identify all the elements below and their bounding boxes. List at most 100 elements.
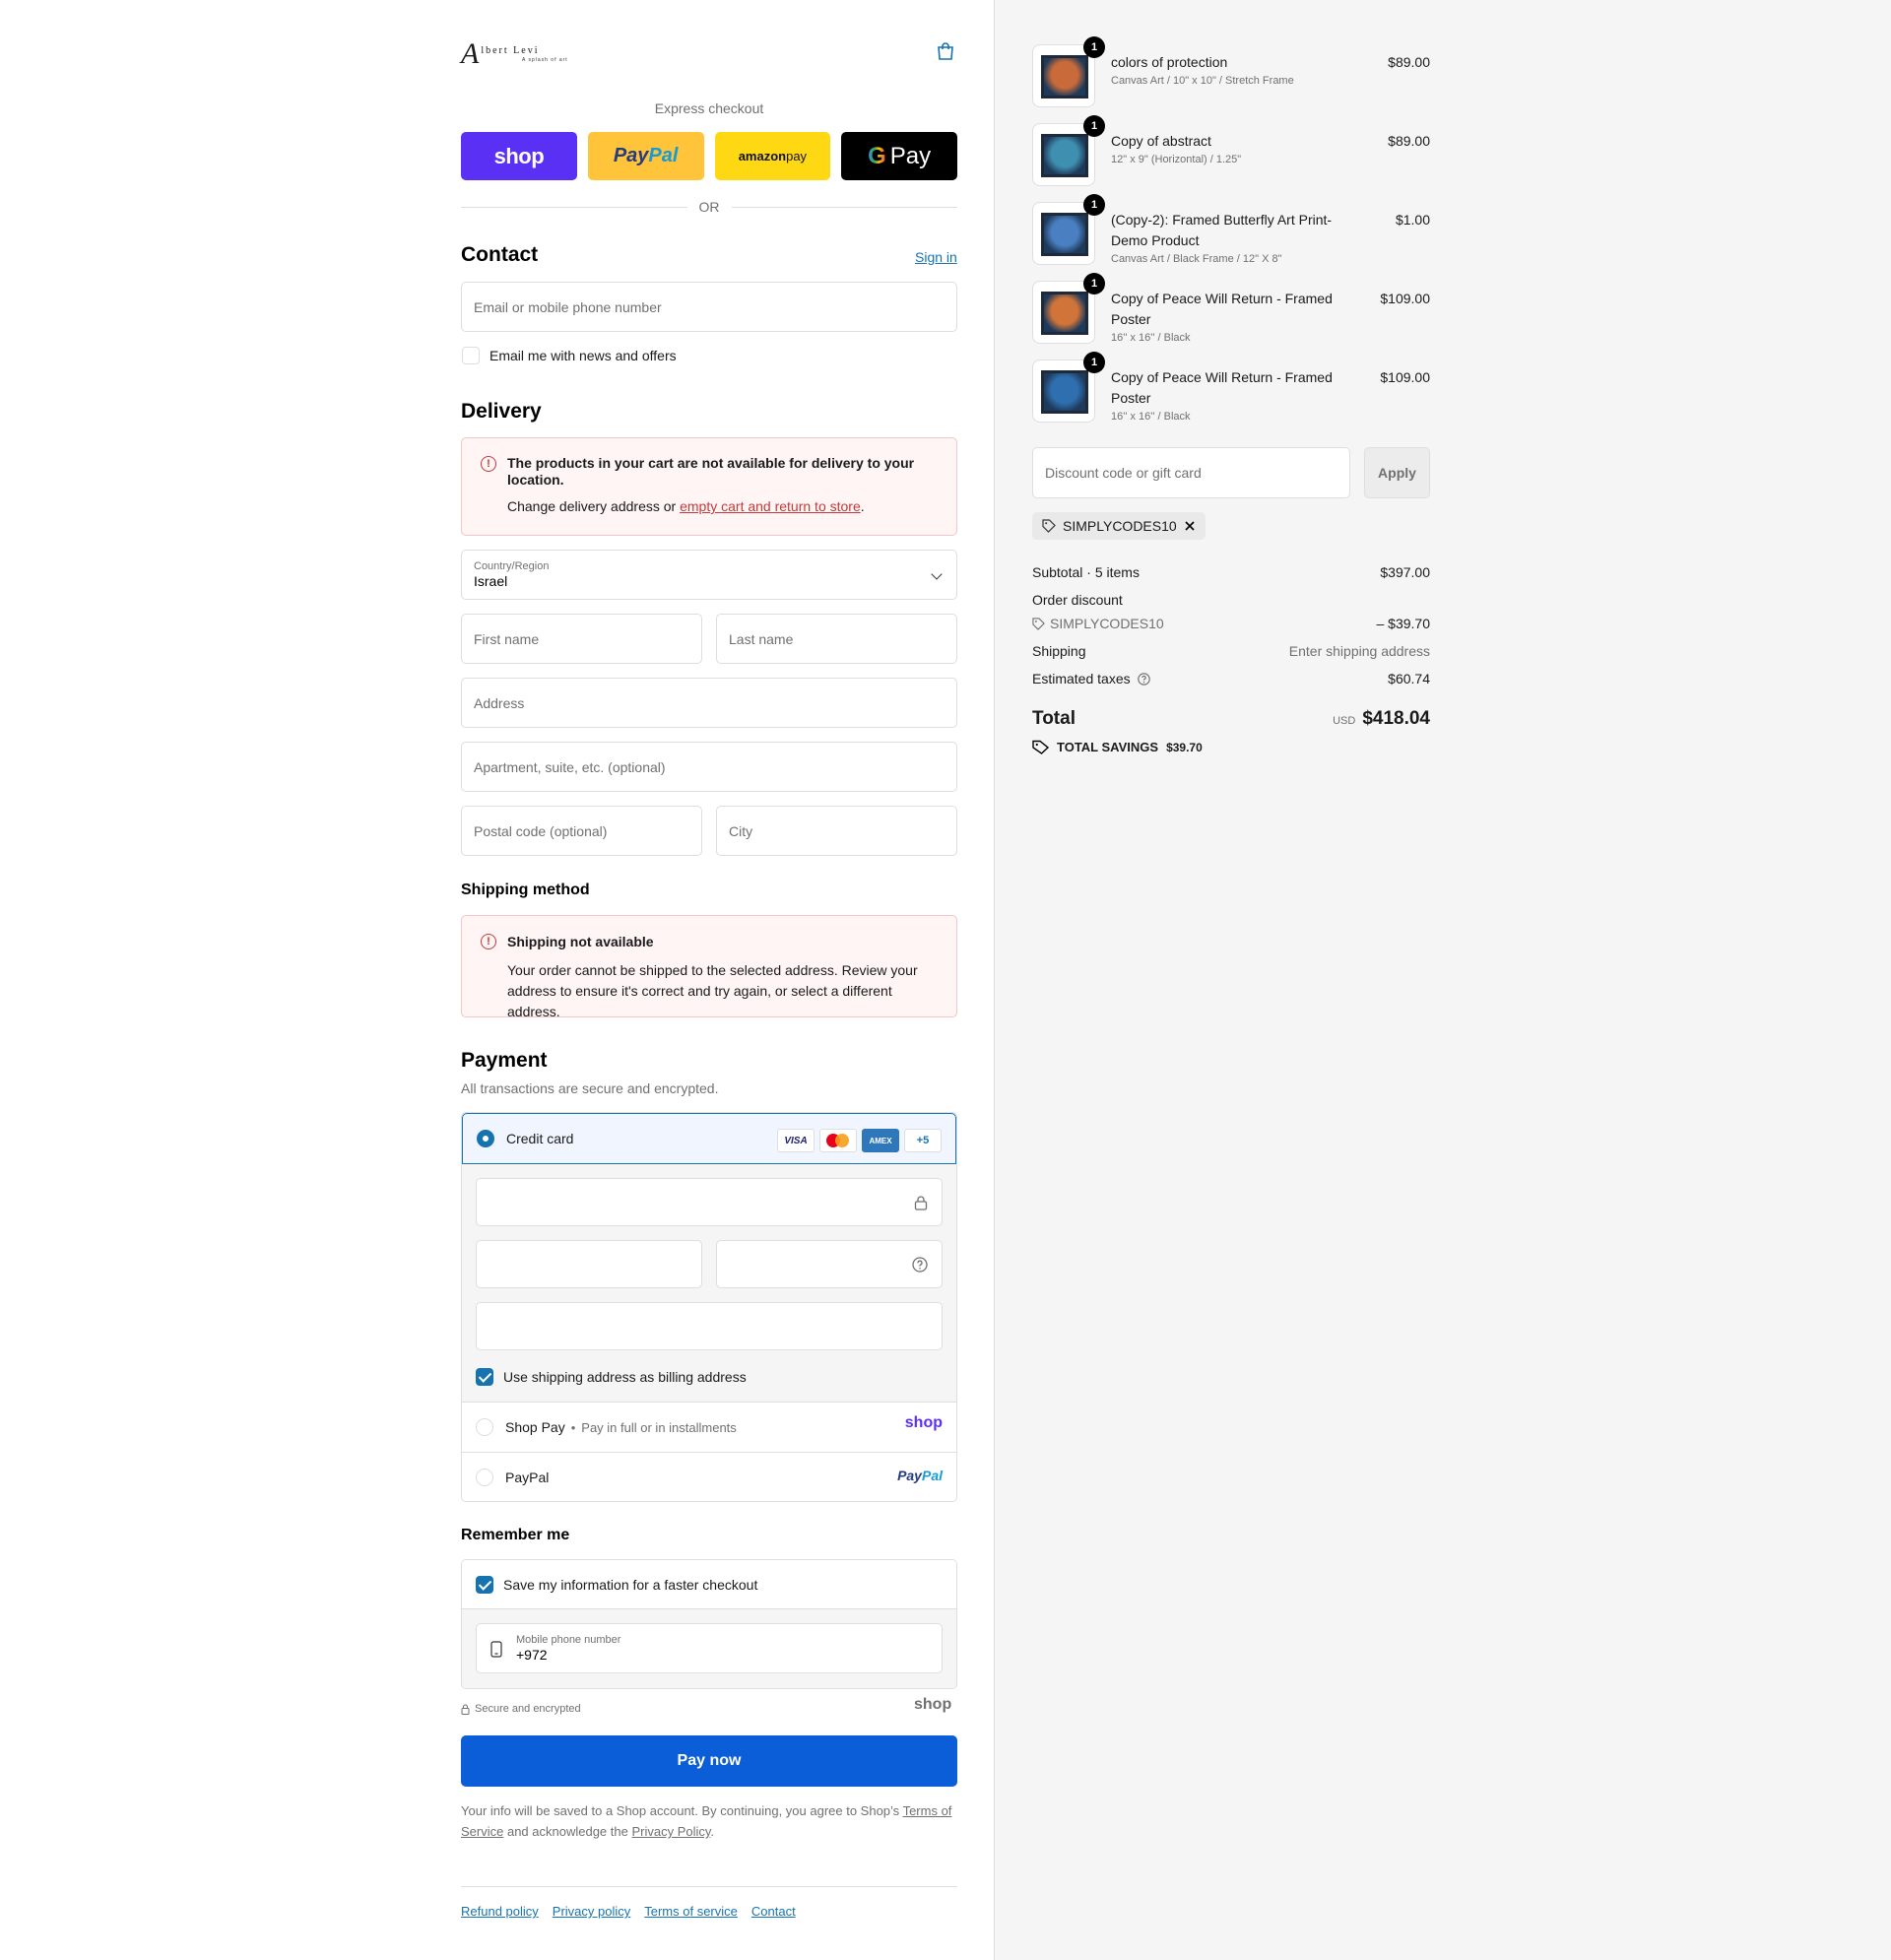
- amazon-pay-express-button[interactable]: amazon pay: [714, 132, 831, 180]
- city-field[interactable]: City: [716, 806, 957, 856]
- paypal-express-button[interactable]: Pay Pal: [587, 132, 704, 180]
- save-info-row[interactable]: Save my information for a faster checkou…: [462, 1560, 956, 1609]
- expiration-date-field[interactable]: [476, 1240, 702, 1288]
- terms-of-service-link[interactable]: Terms of service: [644, 1904, 738, 1919]
- footer-links: Refund policy Privacy policy Terms of se…: [461, 1904, 796, 1919]
- total-row: Total USD $418.04: [1032, 708, 1430, 730]
- product-image: [1041, 55, 1088, 98]
- shop-pay-express-button[interactable]: shop: [461, 132, 577, 180]
- discount-code-field[interactable]: Discount code or gift card: [1032, 447, 1350, 498]
- express-checkout-title: Express checkout: [654, 100, 764, 116]
- newsletter-checkbox[interactable]: [462, 347, 480, 364]
- paypal-option[interactable]: PayPal PayPal: [462, 1452, 956, 1501]
- sign-in-link[interactable]: Sign in: [915, 249, 957, 265]
- payment-heading: Payment: [461, 1049, 548, 1072]
- apartment-field[interactable]: Apartment, suite, etc. (optional): [461, 742, 957, 792]
- postal-code-placeholder: Postal code (optional): [474, 822, 608, 839]
- product-variant: 16'' x 16'' / Black: [1111, 332, 1191, 344]
- save-info-checkbox[interactable]: [476, 1575, 493, 1594]
- address-field[interactable]: Address: [461, 678, 957, 728]
- subtotal-label: Subtotal · 5 items: [1032, 564, 1140, 580]
- product-variant: 12" x 9" (Horizontal) / 1.25": [1111, 154, 1242, 165]
- product-name: Copy of abstract: [1111, 133, 1211, 149]
- help-icon[interactable]: [1137, 672, 1150, 686]
- logo-tagline: A splash of art: [522, 57, 568, 63]
- tag-icon: [1032, 617, 1045, 630]
- first-name-placeholder: First name: [474, 630, 540, 647]
- mobile-phone-icon: [490, 1641, 502, 1658]
- credit-card-option[interactable]: Credit card VISA AMEX +5: [462, 1113, 956, 1164]
- quantity-badge: 1: [1083, 273, 1105, 294]
- paypal-logo-part1: Pay: [613, 145, 649, 166]
- cart-item: 1 Copy of Peace Will Return - Framed Pos…: [1032, 352, 1430, 423]
- shipping-value: Enter shipping address: [1288, 643, 1430, 659]
- privacy-policy-link[interactable]: Privacy policy: [553, 1904, 630, 1919]
- remember-me-box: Save my information for a faster checkou…: [461, 1559, 957, 1689]
- pay-now-button[interactable]: Pay now: [461, 1735, 957, 1787]
- google-g-icon: G: [868, 142, 886, 169]
- card-number-field[interactable]: [476, 1178, 943, 1226]
- credit-card-radio[interactable]: [477, 1130, 494, 1147]
- newsletter-label: Email me with news and offers: [489, 348, 677, 363]
- secure-note: Secure and encrypted: [461, 1703, 581, 1715]
- subtotal-value: $397.00: [1380, 564, 1430, 580]
- shop-pay-radio[interactable]: [476, 1418, 493, 1436]
- total-savings-value: $39.70: [1166, 740, 1203, 754]
- billing-same-row[interactable]: Use shipping address as billing address: [476, 1368, 747, 1386]
- tag-icon: [1042, 519, 1056, 533]
- payment-subtitle: All transactions are secure and encrypte…: [461, 1080, 719, 1096]
- shipping-error-title: Shipping not available: [507, 934, 654, 949]
- product-variant: Canvas Art / Black Frame / 12" X 8": [1111, 253, 1282, 265]
- shipping-error-text: Your order cannot be shipped to the sele…: [507, 962, 918, 1019]
- delivery-error-banner: ! The products in your cart are not avai…: [461, 437, 957, 536]
- google-pay-label: Pay: [889, 142, 932, 169]
- mobile-phone-field[interactable]: Mobile phone number +972: [476, 1623, 943, 1673]
- contact-link[interactable]: Contact: [751, 1904, 796, 1919]
- store-logo[interactable]: A lbert Levi A splash of art: [461, 39, 567, 69]
- email-field[interactable]: Email or mobile phone number: [461, 282, 957, 332]
- amazon-logo: amazon: [738, 149, 787, 163]
- credit-card-label: Credit card: [506, 1131, 574, 1146]
- close-icon[interactable]: [1184, 520, 1196, 532]
- shopping-bag-icon[interactable]: [936, 41, 955, 61]
- empty-cart-link[interactable]: empty cart and return to store: [680, 498, 861, 514]
- order-discount-row: Order discount: [1032, 592, 1430, 608]
- amazon-pay-label: pay: [786, 149, 808, 163]
- newsletter-checkbox-row[interactable]: Email me with news and offers: [462, 347, 677, 364]
- credit-card-form: Use shipping address as billing address: [462, 1164, 956, 1403]
- country-select[interactable]: Country/Region Israel: [461, 550, 957, 600]
- logo-text: lbert Levi: [481, 44, 540, 56]
- first-name-field[interactable]: First name: [461, 614, 702, 664]
- shop-logo: shop: [914, 1696, 952, 1713]
- help-icon[interactable]: [912, 1257, 928, 1273]
- google-pay-express-button[interactable]: G Pay: [841, 132, 957, 180]
- last-name-field[interactable]: Last name: [716, 614, 957, 664]
- express-checkout-buttons: shop Pay Pal amazon pay G Pay: [461, 132, 957, 180]
- discount-tag: SIMPLYCODES10: [1032, 512, 1206, 540]
- apply-discount-button[interactable]: Apply: [1364, 447, 1430, 498]
- postal-code-field[interactable]: Postal code (optional): [461, 806, 702, 856]
- product-name: Copy of Peace Will Return - Framed Poste…: [1111, 369, 1333, 406]
- paypal-logo-part2: Pal: [648, 145, 679, 166]
- card-brands: VISA AMEX +5: [777, 1129, 942, 1152]
- delivery-error-title: The products in your cart are not availa…: [507, 455, 915, 488]
- security-code-field[interactable]: [716, 1240, 943, 1288]
- legal-text: Your info will be saved to a Shop accoun…: [461, 1800, 957, 1842]
- product-image: [1041, 292, 1088, 335]
- shop-privacy-link[interactable]: Privacy Policy: [631, 1824, 710, 1839]
- mobile-phone-label: Mobile phone number: [516, 1634, 621, 1646]
- applied-discount-code: SIMPLYCODES10: [1050, 616, 1164, 631]
- taxes-value: $60.74: [1388, 671, 1430, 686]
- product-name: (Copy-2): Framed Butterfly Art Print- De…: [1111, 212, 1333, 248]
- footer-divider: [461, 1886, 957, 1887]
- billing-same-checkbox[interactable]: [476, 1368, 493, 1386]
- paypal-radio[interactable]: [476, 1468, 493, 1486]
- total-savings: TOTAL SAVINGS $39.70: [1032, 740, 1203, 754]
- contact-heading: Contact: [461, 243, 539, 266]
- refund-policy-link[interactable]: Refund policy: [461, 1904, 539, 1919]
- name-on-card-field[interactable]: [476, 1302, 943, 1350]
- country-label: Country/Region: [474, 560, 550, 572]
- shop-pay-option[interactable]: Shop Pay • Pay in full or in installment…: [462, 1403, 956, 1452]
- paypal-label: PayPal: [505, 1469, 550, 1485]
- total-value: $418.04: [1362, 708, 1430, 729]
